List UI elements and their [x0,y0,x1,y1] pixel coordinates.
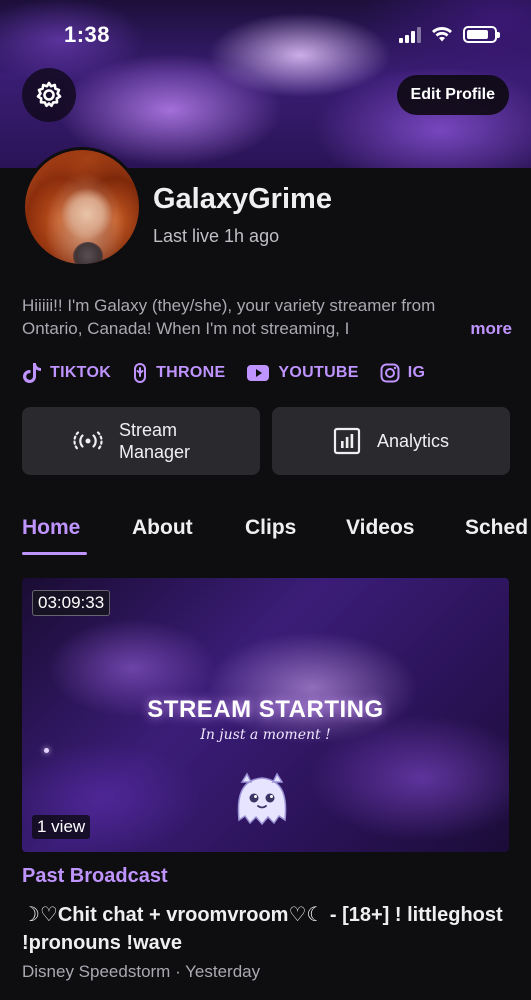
last-live-status: Last live 1h ago [153,226,280,246]
edit-profile-button[interactable]: Edit Profile [396,75,509,115]
video-type-label: Past Broadcast [22,865,168,887]
social-link-tiktok[interactable]: TIKTOK [22,362,111,384]
social-link-youtube[interactable]: YOUTUBE [246,364,358,382]
video-title[interactable]: ☽♡Chit chat + vroomvroom♡☾ - [18+] ! lit… [22,901,512,957]
analytics-button[interactable]: Analytics [272,407,510,475]
settings-button[interactable] [22,68,76,122]
video-meta: Disney Speedstorm · Yesterday [22,962,261,981]
thumbnail-title: STREAM STARTING [147,696,384,723]
analytics-label: Analytics [376,430,450,451]
stream-manager-button[interactable]: Stream Manager [22,407,260,475]
stream-manager-label: Stream Manager [119,420,191,462]
bio-text: Hiiiii!! I'm Galaxy (they/she), your var… [22,296,436,338]
tab-videos[interactable]: Videos [346,516,414,540]
wifi-icon [432,27,452,42]
social-label: IG [407,364,426,381]
avatar[interactable] [22,147,142,267]
social-link-instagram[interactable]: IG [380,363,426,383]
ghost-icon [237,772,287,826]
battery-icon [463,26,500,43]
duration-badge: 03:09:33 [32,590,111,616]
tab-schedule[interactable]: Sched [465,516,528,540]
social-label: TIKTOK [50,364,112,381]
status-time: 1:38 [64,22,111,47]
bio: Hiiiii!! I'm Galaxy (they/she), your var… [22,294,512,340]
gear-icon [36,81,62,108]
status-icons [399,26,500,43]
status-bar: 1:38 [0,0,531,70]
tab-about[interactable]: About [132,516,193,540]
throne-icon [134,363,147,383]
social-link-throne[interactable]: THRONE [132,362,225,384]
social-links: TIKTOK THRONE YOUTUBE IG [22,362,425,384]
social-label: THRONE [156,364,226,381]
video-thumbnail[interactable]: 03:09:33 STREAM STARTING In just a momen… [22,578,509,852]
display-name: GalaxyGrime [153,183,332,215]
youtube-icon [247,365,270,381]
tab-clips[interactable]: Clips [245,516,296,540]
thumbnail-subtitle: In just a moment ! [200,727,331,743]
analytics-icon [333,427,361,455]
instagram-icon [380,363,400,383]
tiktok-icon [23,363,41,383]
active-tab-indicator [22,552,87,555]
view-count-badge: 1 view [32,815,91,839]
profile-tabs: Home About Clips Videos Sched [0,512,531,558]
broadcast-icon [73,431,103,451]
bio-more-link[interactable]: more [450,317,512,340]
tab-home[interactable]: Home [22,516,80,540]
cellular-signal-icon [399,26,421,43]
social-label: YOUTUBE [278,364,359,381]
